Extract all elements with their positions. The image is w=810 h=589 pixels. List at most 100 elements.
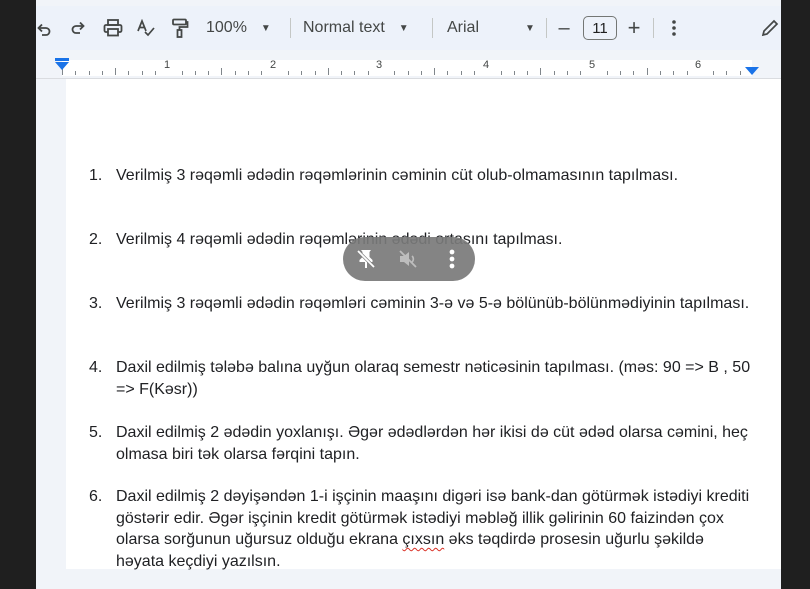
ruler-tick <box>553 71 555 75</box>
right-indent-handle[interactable] <box>745 67 759 75</box>
ruler-tick <box>75 71 77 75</box>
ruler-tick <box>434 68 436 75</box>
print-button[interactable] <box>100 6 126 50</box>
misspelled-word[interactable]: çıxsın <box>402 531 444 548</box>
volume-off-icon <box>399 250 417 268</box>
paint-format-button[interactable] <box>168 6 192 50</box>
ruler-tick <box>141 71 143 75</box>
ruler-tick <box>713 71 715 75</box>
docs-app: 100% ▼ Normal text ▼ Arial ▼ – 11 + 1 2 … <box>36 0 781 589</box>
list-text: Daxil edilmiş tələbə balına uyğun olaraq… <box>116 359 751 398</box>
toolbar: 100% ▼ Normal text ▼ Arial ▼ – 11 + <box>36 6 781 50</box>
pin-off-button[interactable] <box>354 247 378 271</box>
ruler-tick <box>155 71 156 75</box>
more-options-button[interactable] <box>440 247 464 271</box>
ruler-tick <box>500 71 502 75</box>
font-select[interactable]: Arial ▼ <box>447 6 562 50</box>
ruler-tick <box>447 71 449 75</box>
ruler-tick <box>128 71 130 75</box>
ruler-number: 4 <box>483 59 490 71</box>
editing-mode-button[interactable] <box>760 6 780 50</box>
ruler-tick <box>460 71 462 75</box>
more-options-button[interactable] <box>664 6 684 50</box>
undo-button[interactable] <box>36 6 52 50</box>
ruler: 1 2 3 4 5 6 <box>36 56 781 79</box>
ruler-tick <box>646 68 648 75</box>
ruler-tick <box>354 71 356 75</box>
ruler-tick <box>739 71 741 75</box>
ruler-number: 6 <box>695 59 702 71</box>
font-size-input[interactable]: 11 <box>583 16 617 40</box>
ruler-tick <box>726 71 728 75</box>
ruler-tick <box>407 71 409 75</box>
divider <box>546 18 547 38</box>
more-vert-icon <box>672 20 676 36</box>
divider <box>432 18 433 38</box>
ruler-tick <box>301 71 303 75</box>
ruler-tick <box>261 71 263 75</box>
document-page[interactable]: 1. Verilmiş 3 rəqəmli ədədin rəqəmlərini… <box>66 79 781 570</box>
chevron-down-icon: ▼ <box>525 22 535 34</box>
ruler-tick <box>101 71 103 75</box>
ruler-tick <box>221 68 223 75</box>
list-number: 6. <box>89 488 103 505</box>
style-select[interactable]: Normal text ▼ <box>303 6 418 50</box>
list-number: 1. <box>89 167 103 184</box>
ruler-tick <box>673 71 675 75</box>
divider <box>653 18 654 38</box>
ruler-tick <box>420 71 422 75</box>
ruler-tick <box>606 71 608 75</box>
ruler-number: 3 <box>376 59 383 71</box>
spellcheck-icon <box>137 19 155 37</box>
ruler-tick <box>527 71 529 75</box>
list-number: 4. <box>89 359 103 376</box>
style-value: Normal text <box>303 19 385 36</box>
ruler-tick <box>327 68 329 75</box>
pin-off-icon <box>356 249 376 269</box>
ruler-number: 1 <box>164 59 171 71</box>
pencil-icon <box>761 19 779 37</box>
chevron-down-icon: ▼ <box>260 22 271 34</box>
list-number: 2. <box>89 231 103 248</box>
left-indent-handle[interactable] <box>55 62 69 70</box>
ruler-tick <box>314 71 316 75</box>
ruler-number: 2 <box>270 59 277 71</box>
redo-button[interactable] <box>66 6 90 50</box>
undo-icon <box>37 23 51 36</box>
floating-media-controls <box>343 237 475 281</box>
ruler-tick <box>473 71 475 75</box>
spellcheck-button[interactable] <box>134 6 158 50</box>
font-value: Arial <box>447 19 480 36</box>
redo-icon <box>71 21 85 34</box>
ruler-tick <box>580 71 582 75</box>
ruler-tick <box>115 68 117 75</box>
ruler-tick <box>234 71 236 75</box>
ruler-tick <box>208 71 210 75</box>
ruler-tick <box>513 71 515 75</box>
ruler-tick <box>88 71 90 75</box>
paint-format-icon <box>172 18 189 38</box>
minus-icon: – <box>558 16 570 39</box>
list-text: Daxil edilmiş 2 ədədin yoxlanışı. Əgər ə… <box>116 424 748 463</box>
decrease-font-size-button[interactable]: – <box>554 6 574 50</box>
list-number: 5. <box>89 424 103 441</box>
ruler-tick <box>181 71 183 75</box>
increase-font-size-button[interactable]: + <box>624 6 644 50</box>
ruler-tick <box>633 71 635 75</box>
list-number: 3. <box>89 295 103 312</box>
zoom-select[interactable]: 100% ▼ <box>206 6 276 50</box>
ruler-tick <box>248 71 249 75</box>
first-line-indent-handle[interactable] <box>55 58 69 61</box>
list-text: Verilmiş 3 rəqəmli ədədin rəqəmləri cəmi… <box>116 295 750 312</box>
divider <box>290 18 291 38</box>
ruler-tick <box>394 71 396 75</box>
ruler-tick <box>194 71 196 75</box>
list-text: Verilmiş 3 rəqəmli ədədin rəqəmlərinin c… <box>116 167 679 184</box>
plus-icon: + <box>627 15 641 40</box>
chevron-down-icon: ▼ <box>398 22 409 34</box>
ruler-tick <box>367 71 369 75</box>
ruler-tick <box>540 68 542 75</box>
mute-button[interactable] <box>396 247 420 271</box>
ruler-tick <box>620 71 622 75</box>
printer-icon <box>103 19 123 37</box>
